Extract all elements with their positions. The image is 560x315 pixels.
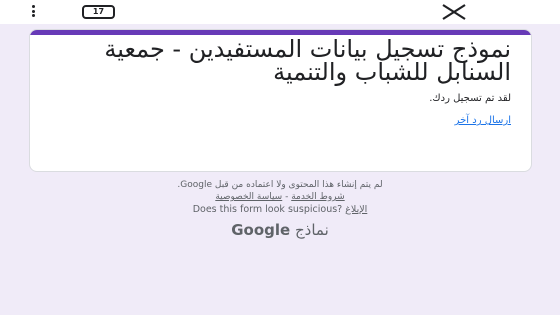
privacy-policy-link[interactable]: سياسة الخصوصية bbox=[215, 192, 282, 202]
confirmation-card: نموذج تسجيل بيانات المستفيدين - جمعية ال… bbox=[29, 29, 532, 172]
report-abuse-line: Does this form look suspicious? الإبلاغ bbox=[40, 204, 520, 215]
google-disclaimer: لم يتم إنشاء هذا المحتوى ولا اعتماده من … bbox=[40, 179, 520, 203]
google-word: Google bbox=[231, 221, 291, 239]
terms-of-service-link[interactable]: شروط الخدمة bbox=[291, 192, 344, 202]
google-forms-logo[interactable]: نماذج Google bbox=[0, 221, 560, 239]
confirmation-message: لقد تم تسجيل ردك. bbox=[429, 93, 511, 104]
forms-word: نماذج bbox=[294, 221, 329, 239]
more-vert-icon[interactable] bbox=[31, 5, 35, 17]
form-title: نموذج تسجيل بيانات المستفيدين - جمعية ال… bbox=[104, 35, 511, 86]
submit-another-response-link[interactable]: ارسال رد آخر bbox=[455, 115, 511, 126]
link-separator: - bbox=[282, 192, 292, 202]
policy-links: شروط الخدمة - سياسة الخصوصية bbox=[40, 191, 520, 203]
disclaimer-text: لم يتم إنشاء هذا المحتوى ولا اعتماده من … bbox=[177, 180, 383, 190]
browser-toolbar: 17 bbox=[0, 0, 560, 24]
tab-count-button[interactable]: 17 bbox=[82, 5, 115, 19]
suspicious-question: Does this form look suspicious? bbox=[192, 204, 343, 215]
report-link[interactable]: الإبلاغ bbox=[345, 204, 367, 215]
close-icon[interactable] bbox=[440, 3, 468, 21]
